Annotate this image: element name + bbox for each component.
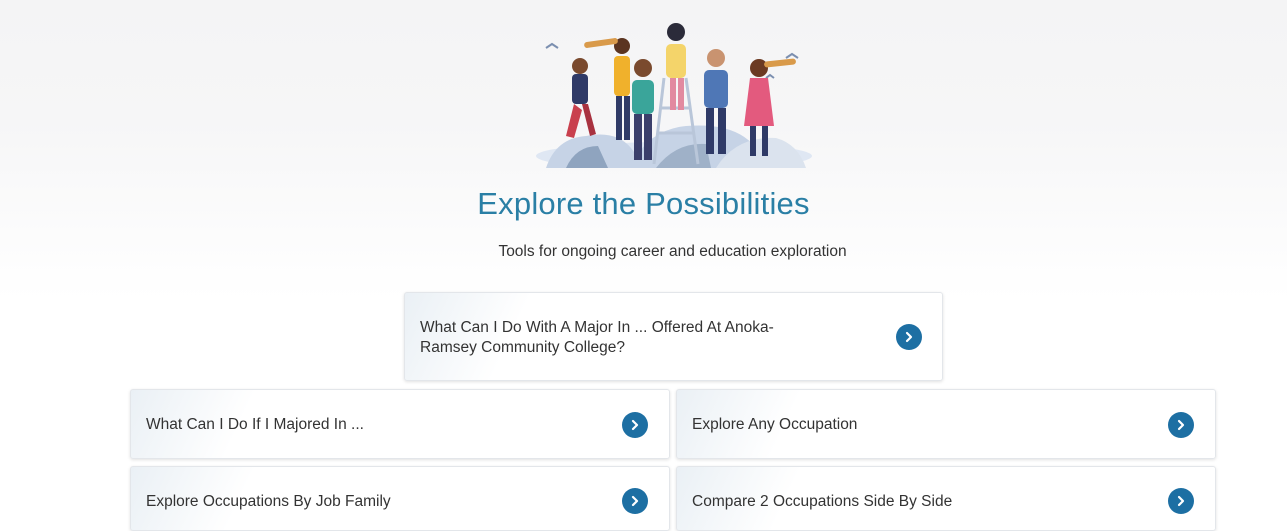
card-major-offered-at-college[interactable]: What Can I Do With A Major In ... Offere… — [404, 292, 943, 381]
card-label: Explore Any Occupation — [692, 416, 858, 433]
card-label-line1: What Can I Do With A Major In ... Offere… — [420, 319, 774, 336]
chevron-right-icon[interactable] — [896, 324, 922, 350]
card-compare-occupations[interactable]: Compare 2 Occupations Side By Side — [676, 466, 1216, 531]
chevron-right-icon[interactable] — [622, 412, 648, 438]
page: Explore the Possibilities Tools for ongo… — [0, 0, 1287, 531]
card-label: What Can I Do If I Majored In ... — [146, 416, 364, 433]
chevron-right-icon[interactable] — [622, 488, 648, 514]
card-label: Explore Occupations By Job Family — [146, 493, 391, 510]
chevron-right-icon[interactable] — [1168, 412, 1194, 438]
card-occupations-by-job-family[interactable]: Explore Occupations By Job Family — [130, 466, 670, 531]
page-title: Explore the Possibilities — [477, 186, 810, 221]
explorers-illustration — [536, 23, 812, 168]
card-label: Compare 2 Occupations Side By Side — [692, 493, 953, 510]
page-subtitle: Tools for ongoing career and education e… — [498, 243, 847, 260]
card-what-if-majored[interactable]: What Can I Do If I Majored In ... — [130, 389, 670, 459]
card-explore-any-occupation[interactable]: Explore Any Occupation — [676, 389, 1216, 459]
card-label: What Can I Do With A Major In ... Offere… — [420, 318, 840, 358]
chevron-right-icon[interactable] — [1168, 488, 1194, 514]
card-label-line2: Ramsey Community College? — [420, 339, 626, 356]
